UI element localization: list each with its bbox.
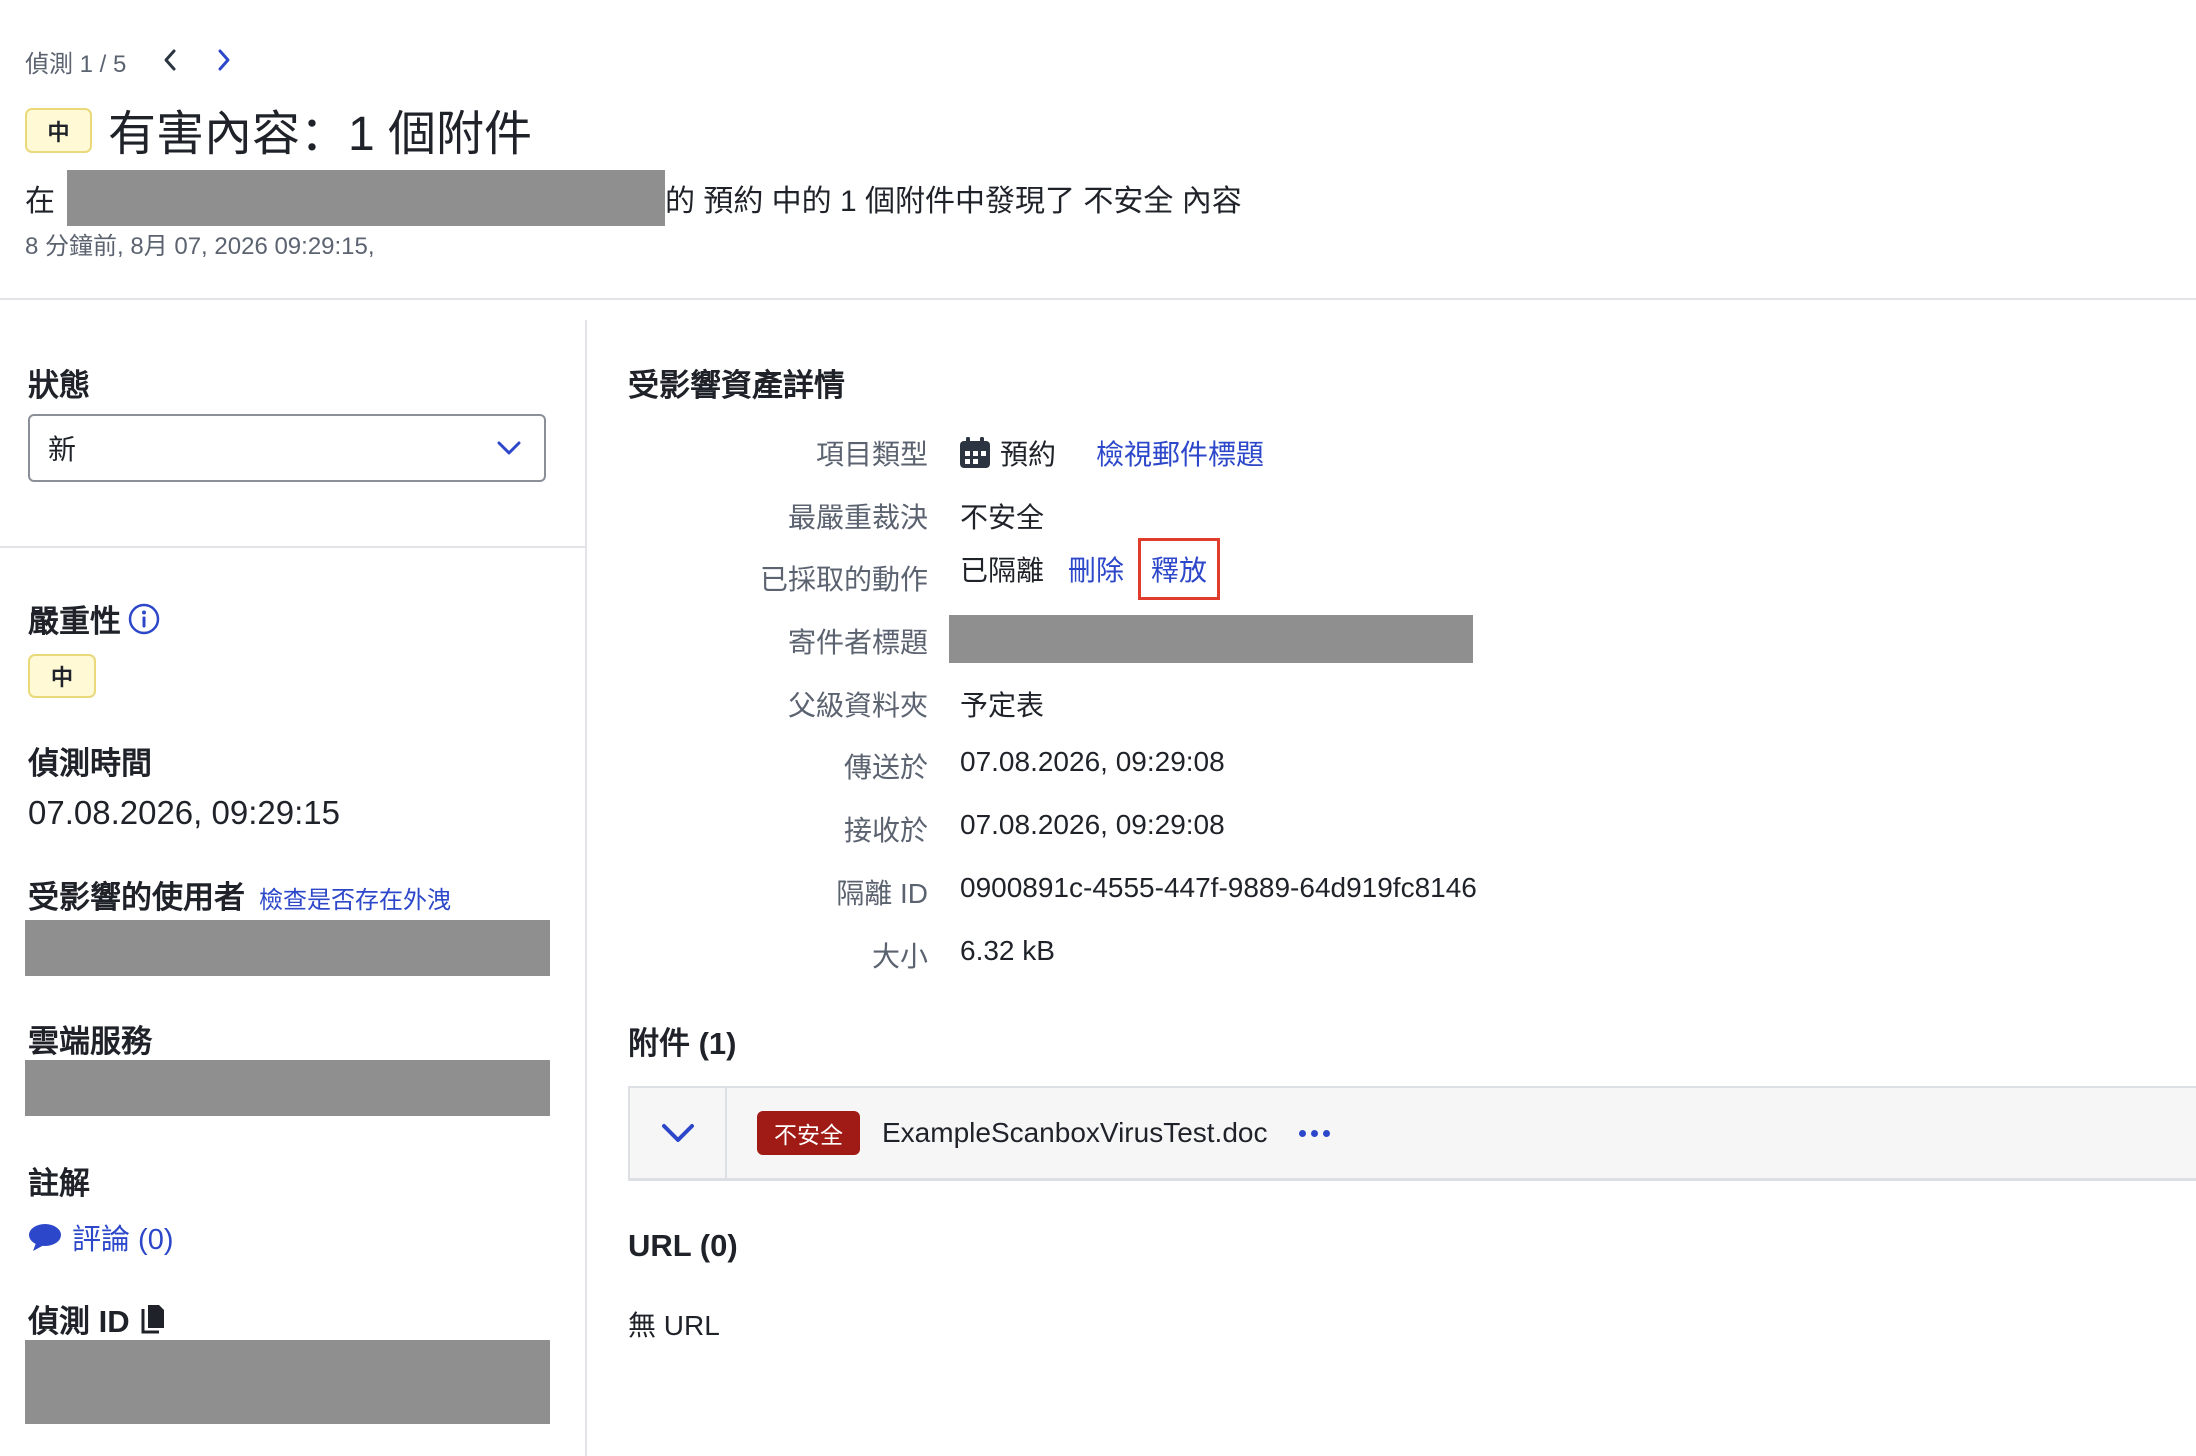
detection-id-heading: 偵測 ID	[28, 1296, 166, 1341]
item-type-label: 項目類型	[815, 439, 928, 470]
comments-label: 評論 (0)	[72, 1224, 174, 1256]
action-row: 已隔離 刪除 釋放	[960, 538, 1221, 600]
unsafe-badge: 不安全	[757, 1111, 860, 1155]
detection-description: 在 的 預約 中的 1 個附件中發現了 不安全 內容	[25, 170, 1242, 226]
status-value: 新	[48, 434, 77, 465]
cloud-service-label: 雲端服務	[28, 1024, 152, 1059]
redacted-detection-id	[25, 1340, 550, 1424]
redacted-user	[25, 920, 550, 976]
sender-label: 寄件者標題	[787, 627, 928, 658]
attachment-details: 不安全 ExampleScanboxVirusTest.doc	[727, 1088, 1336, 1178]
no-url-text: 無 URL	[628, 1310, 720, 1341]
chevron-down-icon	[661, 1124, 694, 1142]
more-options-button[interactable]	[1293, 1124, 1336, 1143]
affected-user-label: 受影響的使用者	[28, 880, 245, 915]
urls-title: URL (0)	[628, 1228, 738, 1263]
more-dot-icon	[1299, 1129, 1307, 1137]
comments-link[interactable]: 評論 (0)	[28, 1216, 174, 1258]
detection-time-value: 07.08.2026, 09:29:15	[28, 794, 340, 831]
header-divider	[0, 298, 2196, 300]
view-headers-link[interactable]: 檢視郵件標題	[1096, 433, 1264, 473]
item-type-value: 預約	[1000, 439, 1057, 470]
page-title: 有害內容：1 個附件	[108, 108, 533, 161]
action-label: 已採取的動作	[759, 564, 928, 595]
previous-detection-button[interactable]	[152, 42, 188, 78]
item-type-row: 預約 檢視郵件標題	[958, 433, 1264, 473]
detection-counter: 偵測 1 / 5	[25, 51, 127, 78]
attachment-filename: ExampleScanboxVirusTest.doc	[882, 1117, 1268, 1148]
column-divider	[585, 320, 587, 1456]
detection-time-label: 偵測時間	[28, 746, 152, 781]
release-link[interactable]: 釋放	[1138, 538, 1221, 600]
affected-user-heading: 受影響的使用者 檢查是否存在外洩	[28, 872, 451, 917]
severity-heading: 嚴重性	[28, 596, 161, 641]
more-dot-icon	[1311, 1129, 1319, 1137]
size-label: 大小	[871, 941, 928, 972]
detection-id-label: 偵測 ID	[28, 1304, 130, 1339]
redacted-cloud-service	[25, 1060, 550, 1116]
severity-label: 嚴重性	[28, 604, 121, 639]
attachment-divider	[628, 1178, 2196, 1181]
attachments-title: 附件 (1)	[628, 1026, 737, 1061]
chevron-right-icon	[218, 49, 230, 71]
chevron-down-icon	[497, 441, 521, 455]
verdict-value: 不安全	[960, 502, 1045, 533]
check-leak-link[interactable]: 檢查是否存在外洩	[259, 880, 451, 915]
delete-link[interactable]: 刪除	[1068, 549, 1124, 589]
left-section-divider	[0, 546, 585, 548]
description-suffix: 的 預約 中的 1 個附件中發現了 不安全 內容	[665, 185, 1242, 218]
next-detection-button[interactable]	[206, 42, 242, 78]
asset-details-title: 受影響資產詳情	[628, 368, 845, 403]
notes-label: 註解	[28, 1166, 90, 1201]
sent-label: 傳送於	[843, 752, 928, 783]
sent-value: 07.08.2026, 09:29:08	[960, 746, 1225, 777]
quarantine-id-label: 隔離 ID	[836, 878, 928, 909]
status-label: 狀態	[28, 368, 90, 403]
verdict-label: 最嚴重裁決	[787, 502, 928, 533]
redacted-mailbox	[67, 170, 665, 226]
severity-value-badge: 中	[28, 654, 96, 698]
copy-icon[interactable]	[140, 1303, 166, 1335]
status-dropdown[interactable]: 新	[28, 414, 546, 482]
chevron-left-icon	[164, 49, 176, 71]
received-value: 07.08.2026, 09:29:08	[960, 809, 1225, 840]
info-icon[interactable]	[127, 602, 161, 636]
size-value: 6.32 kB	[960, 935, 1055, 966]
severity-badge: 中	[25, 108, 92, 153]
received-label: 接收於	[843, 815, 928, 846]
redacted-sender	[949, 615, 1473, 663]
more-dot-icon	[1323, 1129, 1331, 1137]
description-prefix: 在	[25, 185, 55, 218]
detection-timestamp: 8 分鐘前, 8月 07, 2026 09:29:15,	[25, 233, 375, 260]
folder-value: 予定表	[960, 690, 1045, 721]
calendar-icon	[960, 437, 990, 468]
action-value: 已隔離	[960, 555, 1045, 586]
folder-label: 父級資料夾	[787, 690, 928, 721]
quarantine-id-link[interactable]: 0900891c-4555-447f-9889-64d919fc8146	[960, 872, 1477, 904]
speech-bubble-icon	[29, 1224, 61, 1251]
attachment-row: 不安全 ExampleScanboxVirusTest.doc	[628, 1086, 2196, 1180]
attachment-expand-button[interactable]	[630, 1088, 727, 1178]
